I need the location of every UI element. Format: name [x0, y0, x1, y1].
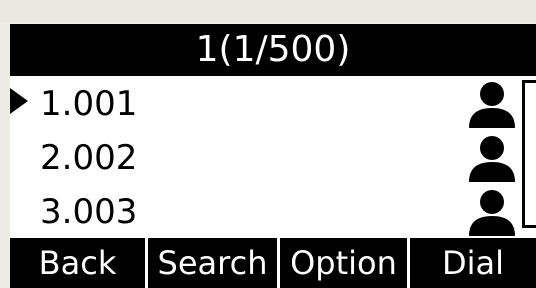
scrollbar[interactable] [522, 80, 536, 228]
lcd-display: 1(1/500) 1.001 2.002 3.003 Back Search O… [10, 24, 536, 288]
dial-button[interactable]: Dial [407, 238, 536, 288]
page-title: 1(1/500) [10, 24, 536, 76]
list-item-2[interactable]: 2.002 [10, 130, 536, 184]
back-button[interactable]: Back [10, 238, 145, 288]
contact-label: 1.001 [40, 84, 138, 124]
option-button[interactable]: Option [277, 238, 407, 288]
person-icon [469, 82, 515, 128]
phone-screen: 1(1/500) 1.001 2.002 3.003 Back Search O… [0, 0, 536, 288]
person-icon [469, 136, 515, 182]
search-button[interactable]: Search [145, 238, 277, 288]
screen-frame-top [0, 0, 536, 22]
contact-list: 1.001 2.002 3.003 [10, 76, 536, 238]
list-item-3[interactable]: 3.003 [10, 184, 536, 238]
contact-label: 3.003 [40, 192, 138, 232]
contact-label: 2.002 [40, 138, 138, 178]
person-icon [469, 190, 515, 236]
softkey-bar: Back Search Option Dial [10, 238, 536, 288]
list-item-1[interactable]: 1.001 [10, 76, 536, 130]
selection-arrow-icon [10, 88, 28, 114]
